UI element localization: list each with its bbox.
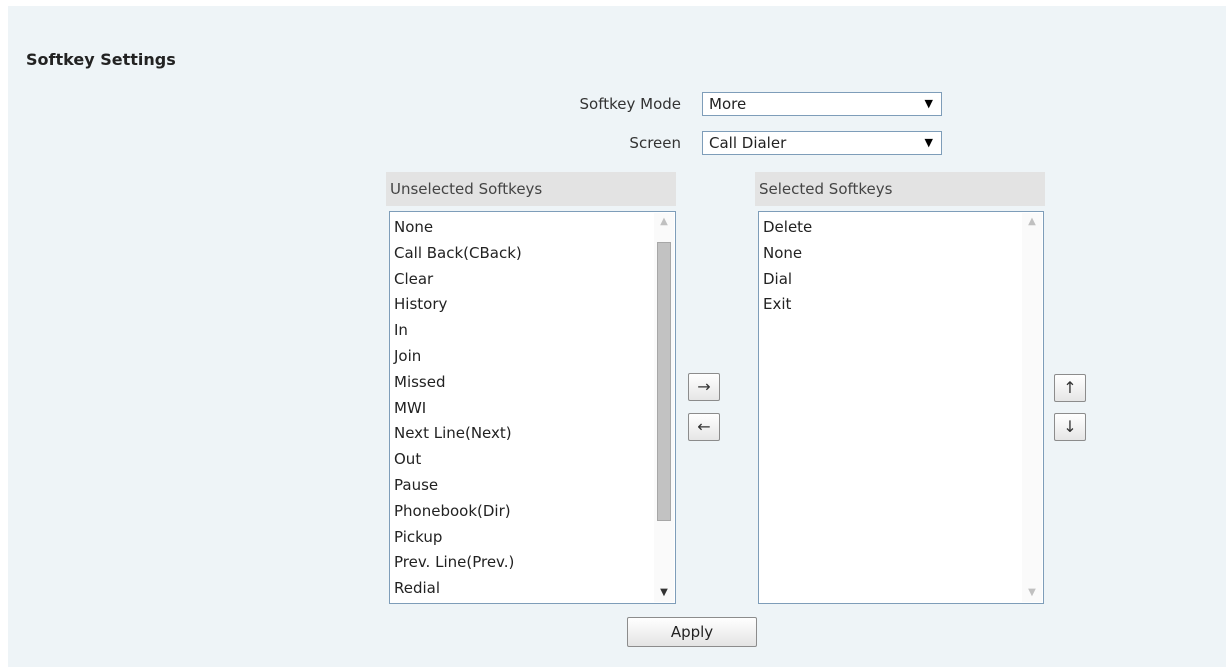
unselected-softkeys-list[interactable]: None Call Back(CBack) Clear History In Join Mi… xyxy=(389,211,676,604)
move-up-button[interactable]: ↑ xyxy=(1054,374,1086,402)
list-item[interactable]: Join xyxy=(394,344,522,370)
softkey-mode-value: More xyxy=(709,95,747,113)
list-item[interactable]: Missed xyxy=(394,370,522,396)
list-item[interactable]: Exit xyxy=(763,292,812,318)
list-item[interactable]: Clear xyxy=(394,267,522,293)
screen-label: Screen xyxy=(629,134,681,152)
selected-softkeys-list[interactable]: Delete None Dial Exit ▲ ▼ xyxy=(758,211,1044,604)
scroll-down-icon[interactable]: ▼ xyxy=(1022,584,1042,602)
screen-value: Call Dialer xyxy=(709,134,787,152)
list-item[interactable]: Dial xyxy=(763,267,812,293)
apply-button[interactable]: Apply xyxy=(627,617,757,647)
list-item[interactable]: Pause xyxy=(394,473,522,499)
move-down-button[interactable]: ↓ xyxy=(1054,413,1086,441)
list-item[interactable]: None xyxy=(394,215,522,241)
list-item[interactable]: MWI xyxy=(394,396,522,422)
list-item[interactable]: Out xyxy=(394,447,522,473)
list-item[interactable]: History xyxy=(394,292,522,318)
selected-scrollbar[interactable]: ▲ ▼ xyxy=(1022,213,1042,602)
move-right-button[interactable]: → xyxy=(688,373,720,401)
list-item[interactable]: Delete xyxy=(763,215,812,241)
list-item[interactable]: In xyxy=(394,318,522,344)
move-left-button[interactable]: ← xyxy=(688,413,720,441)
softkey-mode-select[interactable]: More ▼ xyxy=(702,92,942,116)
dropdown-arrow-icon: ▼ xyxy=(924,136,933,149)
scroll-thumb[interactable] xyxy=(657,242,671,521)
unselected-scrollbar[interactable]: ▲ ▼ xyxy=(654,213,674,602)
list-item[interactable]: Call Back(CBack) xyxy=(394,241,522,267)
section-title: Softkey Settings xyxy=(26,50,176,69)
screen-select[interactable]: Call Dialer ▼ xyxy=(702,131,942,155)
selected-softkeys-header: Selected Softkeys xyxy=(755,172,1045,206)
list-item[interactable]: None xyxy=(763,241,812,267)
scroll-up-icon[interactable]: ▲ xyxy=(654,213,674,231)
scroll-down-icon[interactable]: ▼ xyxy=(654,584,674,602)
dropdown-arrow-icon: ▼ xyxy=(924,97,933,110)
list-item[interactable]: Phonebook(Dir) xyxy=(394,499,522,525)
list-item[interactable]: Next Line(Next) xyxy=(394,421,522,447)
list-item[interactable]: Prev. Line(Prev.) xyxy=(394,550,522,576)
unselected-softkeys-header: Unselected Softkeys xyxy=(386,172,676,206)
list-item[interactable]: Redial xyxy=(394,576,522,602)
list-item[interactable]: Pickup xyxy=(394,525,522,551)
scroll-up-icon[interactable]: ▲ xyxy=(1022,213,1042,231)
softkey-mode-label: Softkey Mode xyxy=(579,95,682,113)
